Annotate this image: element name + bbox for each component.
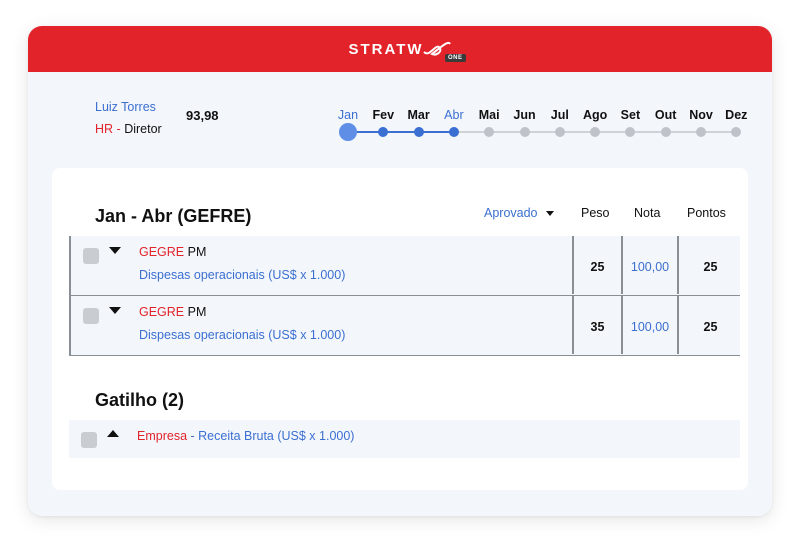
month-label-nov[interactable]: Nov xyxy=(681,108,721,122)
logo-text: STRATW xyxy=(348,40,424,58)
col-header-grade: Nota xyxy=(634,206,661,220)
weight-cell: 35 xyxy=(590,320,605,334)
weight-cell: 25 xyxy=(590,260,605,274)
collapse-caret-icon[interactable] xyxy=(107,430,119,437)
month-dot-nov[interactable] xyxy=(696,127,706,137)
month-label-set[interactable]: Set xyxy=(610,108,650,122)
user-score: 93,98 xyxy=(186,108,219,123)
row-code: GEGRE xyxy=(139,305,185,319)
month-dot-ago[interactable] xyxy=(590,127,601,137)
row-code: GEGRE xyxy=(139,245,185,259)
period-card: Jan - Abr (GEFRE) Aprovado Peso Nota Pon… xyxy=(52,168,748,490)
row-checkbox[interactable] xyxy=(83,308,99,324)
month-dot-out[interactable] xyxy=(660,127,671,137)
grade-cell[interactable]: 100,00 xyxy=(623,320,677,334)
month-dot-set[interactable] xyxy=(625,127,636,137)
month-dot-abr[interactable] xyxy=(448,127,459,137)
month-label-jan[interactable]: Jan xyxy=(328,108,368,122)
month-label-fev[interactable]: Fev xyxy=(363,108,403,122)
table-row[interactable]: GEGRE PM Dispesas operacionais (US$ x 1.… xyxy=(69,236,740,296)
row-title: GEGRE PM xyxy=(139,245,206,259)
month-dot-fev[interactable] xyxy=(378,127,389,137)
timeline-track-active xyxy=(348,131,452,133)
caret-down-icon xyxy=(545,210,554,216)
stratws-logo[interactable]: STRATW ONE xyxy=(348,38,466,62)
month-label-ago[interactable]: Ago xyxy=(575,108,615,122)
month-dot-jul[interactable] xyxy=(554,127,565,137)
status-dropdown[interactable]: Aprovado xyxy=(484,206,554,220)
month-dot-mai[interactable] xyxy=(484,127,495,137)
user-role: HR - Diretor xyxy=(95,122,162,136)
logo-badge: ONE xyxy=(445,54,466,62)
period-title: Jan - Abr (GEFRE) xyxy=(95,206,252,226)
row-checkbox[interactable] xyxy=(81,432,97,448)
top-bar: STRATW ONE xyxy=(28,26,772,72)
month-dot-jun[interactable] xyxy=(519,127,530,137)
col-header-points: Pontos xyxy=(687,206,726,220)
points-cell: 25 xyxy=(703,260,718,274)
month-label-jun[interactable]: Jun xyxy=(505,108,545,122)
month-dot-dez[interactable] xyxy=(731,127,742,137)
row-title-rest: PM xyxy=(187,305,207,319)
month-dot-jan[interactable] xyxy=(339,123,357,141)
role-title: Diretor xyxy=(124,122,162,136)
month-label-mar[interactable]: Mar xyxy=(399,108,439,122)
role-code: HR - xyxy=(95,122,121,136)
grade-cell[interactable]: 100,00 xyxy=(623,260,677,274)
month-label-mai[interactable]: Mai xyxy=(469,108,509,122)
status-dropdown-label: Aprovado xyxy=(484,206,538,220)
user-name[interactable]: Luiz Torres xyxy=(95,100,156,114)
month-label-dez[interactable]: Dez xyxy=(716,108,756,122)
row-title: GEGRE PM xyxy=(139,305,206,319)
trigger-row[interactable]: Empresa - Receita Bruta (US$ x 1.000) xyxy=(69,420,740,458)
month-label-abr[interactable]: Abr xyxy=(434,108,474,122)
points-cell: 25 xyxy=(703,320,718,334)
expand-caret-icon[interactable] xyxy=(109,247,121,254)
row-description[interactable]: Dispesas operacionais (US$ x 1.000) xyxy=(139,268,345,282)
trigger-description: - Receita Bruta (US$ x 1.000) xyxy=(187,429,355,443)
row-checkbox[interactable] xyxy=(83,248,99,264)
trigger-label[interactable]: Empresa - Receita Bruta (US$ x 1.000) xyxy=(137,429,354,443)
expand-caret-icon[interactable] xyxy=(109,307,121,314)
table-row[interactable]: GEGRE PM Dispesas operacionais (US$ x 1.… xyxy=(69,296,740,356)
row-description[interactable]: Dispesas operacionais (US$ x 1.000) xyxy=(139,328,345,342)
trigger-title: Gatilho (2) xyxy=(95,390,184,410)
row-title-rest: PM xyxy=(187,245,207,259)
col-header-weight: Peso xyxy=(581,206,610,220)
month-label-out[interactable]: Out xyxy=(646,108,686,122)
month-label-jul[interactable]: Jul xyxy=(540,108,580,122)
trigger-code: Empresa xyxy=(137,429,188,443)
month-dot-mar[interactable] xyxy=(413,127,424,137)
app-window: STRATW ONE Luiz Torres HR - Diretor 93,9… xyxy=(28,26,772,516)
